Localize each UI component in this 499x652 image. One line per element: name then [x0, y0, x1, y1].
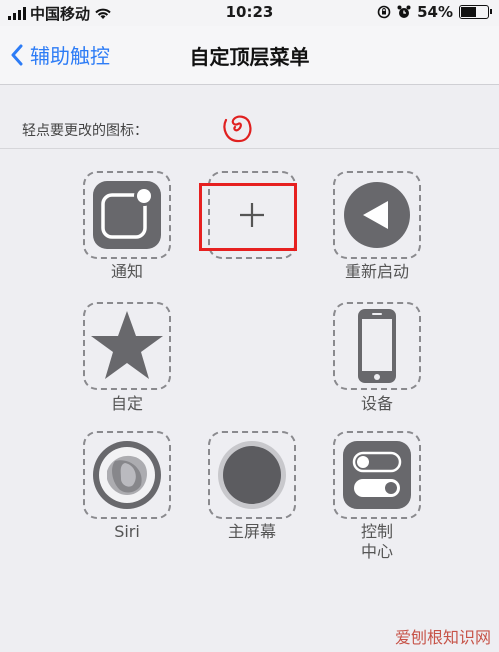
instruction-text: 轻点要更改的图标：	[22, 123, 148, 139]
slot-custom[interactable]	[83, 302, 171, 390]
watermark: 爱刨根知识网	[394, 628, 491, 647]
slot-restart[interactable]	[333, 171, 421, 259]
slot-home[interactable]	[208, 431, 296, 519]
slot-device[interactable]	[333, 302, 421, 390]
slot-label: 重新启动	[344, 262, 409, 281]
alarm-icon	[397, 5, 411, 18]
siri-icon	[93, 441, 161, 509]
slot-notification[interactable]	[83, 171, 171, 259]
page-title: 自定顶层菜单	[189, 45, 310, 69]
star-icon	[91, 311, 163, 379]
rotation-lock-icon	[377, 5, 391, 19]
slot-label: 通知	[110, 262, 143, 281]
slot-label: 自定	[110, 394, 143, 413]
navigation-bar: 辅助触控 自定顶层菜单	[0, 26, 499, 85]
highlight-box	[199, 183, 297, 251]
slot-siri[interactable]	[83, 431, 171, 519]
device-icon	[358, 309, 396, 383]
status-bar: 中国移动 10:23 54%	[0, 0, 499, 26]
status-right: 54%	[377, 3, 492, 21]
control-center-icon	[343, 441, 411, 509]
slot-label: 主屏幕	[227, 522, 276, 541]
home-button-icon	[218, 441, 286, 509]
slot-label: 控制 中心	[360, 522, 393, 561]
slot-label: 设备	[360, 394, 393, 413]
battery-percent: 54%	[417, 3, 453, 21]
notification-icon	[93, 181, 161, 249]
slot-control-center[interactable]	[333, 431, 421, 519]
battery-icon	[459, 5, 492, 19]
restart-icon	[344, 182, 410, 248]
divider	[0, 148, 499, 149]
annotation-scribble	[223, 115, 252, 143]
slot-label: Siri	[114, 522, 140, 541]
